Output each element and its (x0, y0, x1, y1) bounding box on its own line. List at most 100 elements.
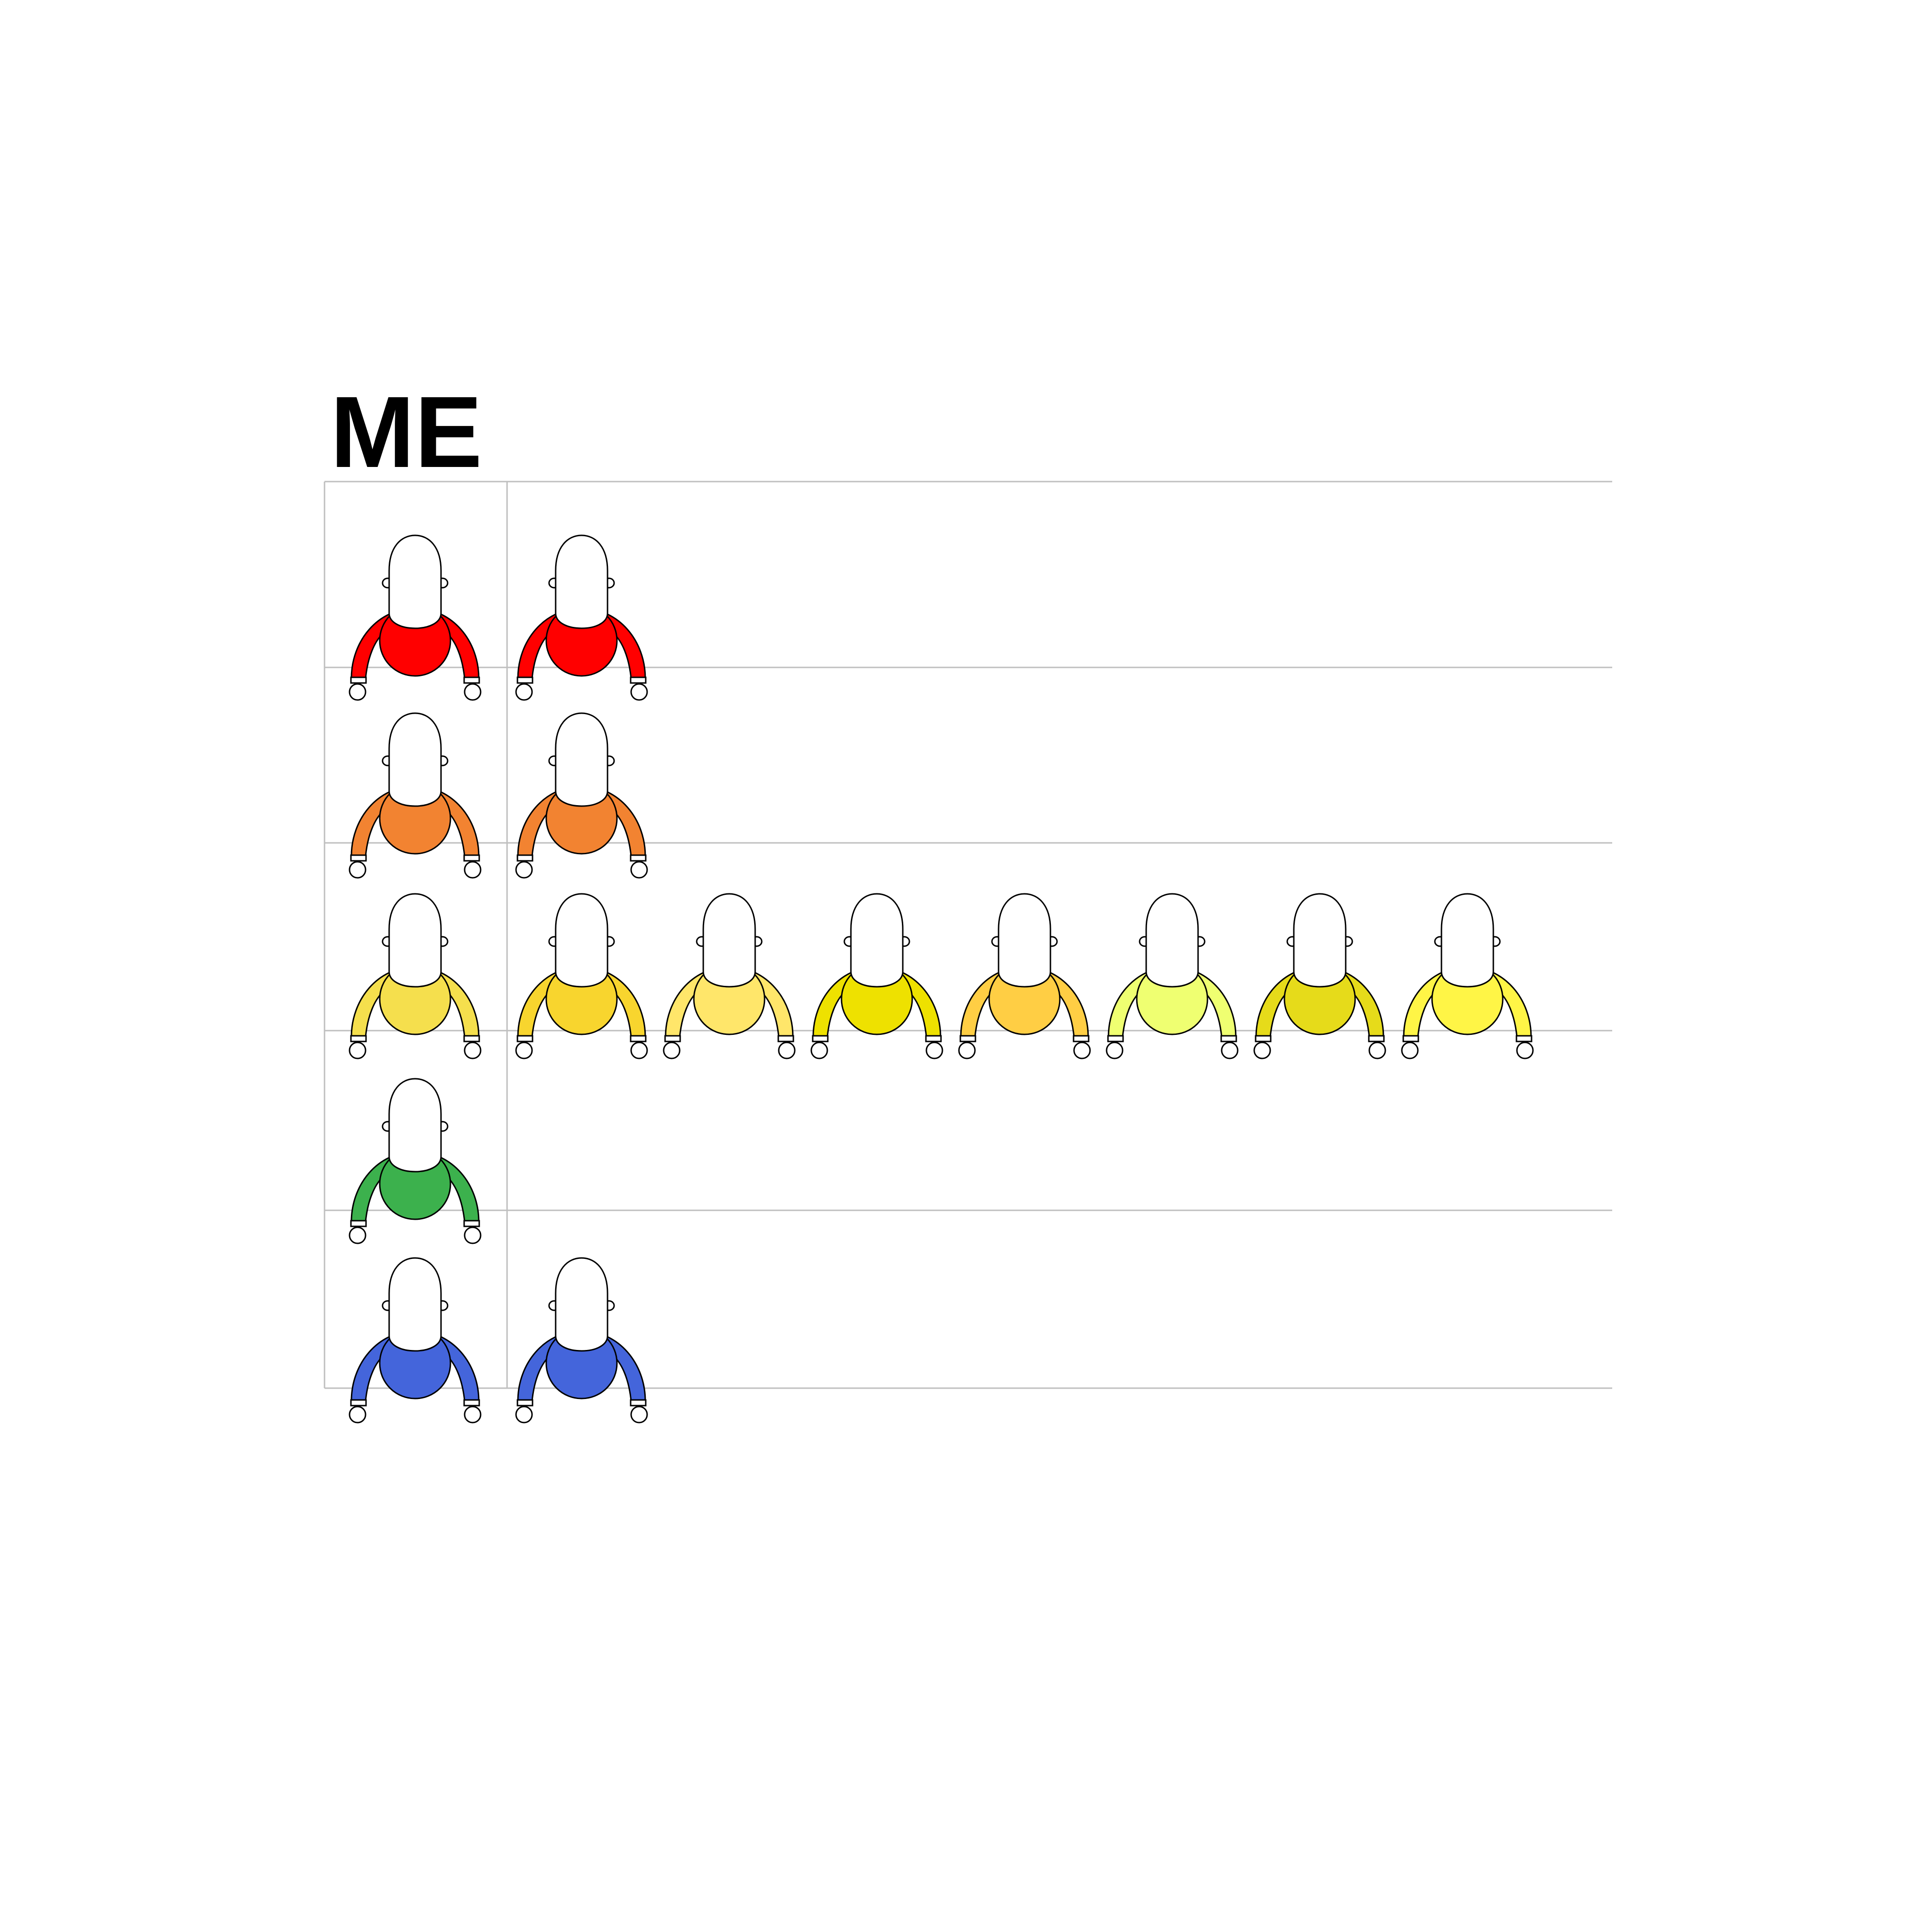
other-person-icon (1106, 893, 1239, 1059)
person-hand (1221, 1041, 1239, 1059)
me-person-icon (349, 534, 482, 701)
other-person-icon (810, 893, 943, 1059)
person-cuff (777, 1035, 794, 1042)
person-hand (464, 683, 482, 701)
diagram-title: ME (330, 375, 483, 489)
person-cuff (630, 676, 647, 684)
row-blue (349, 1257, 648, 1424)
person-cuff (1368, 1035, 1385, 1042)
person-cuff (1073, 1035, 1090, 1042)
person-cuff (664, 1035, 681, 1042)
person-hand (630, 861, 648, 879)
person-hand (958, 1041, 976, 1059)
person-hand (515, 1406, 533, 1424)
person-cuff (1255, 1035, 1272, 1042)
person-hand (630, 683, 648, 701)
person-head (388, 1257, 442, 1352)
other-person-icon (663, 893, 796, 1059)
person-hand (349, 1406, 366, 1424)
person-hand (1253, 1041, 1271, 1059)
me-person-icon (349, 1078, 482, 1244)
person-cuff (516, 676, 533, 684)
me-person-icon (349, 1257, 482, 1424)
row-green (349, 1078, 482, 1244)
person-hand (349, 1041, 366, 1059)
person-cuff (630, 854, 647, 862)
person-head (702, 893, 756, 988)
other-person-icon (515, 534, 648, 701)
person-head (555, 712, 608, 807)
me-person-icon (349, 712, 482, 879)
person-cuff (812, 1035, 829, 1042)
person-head (388, 712, 442, 807)
people-layer (349, 534, 1534, 1424)
person-hand (464, 1226, 482, 1244)
grid-lines (324, 481, 1612, 1389)
person-cuff (1107, 1035, 1124, 1042)
person-hand (464, 1041, 482, 1059)
person-head (1293, 893, 1347, 988)
person-hand (1106, 1041, 1124, 1059)
person-head (388, 893, 442, 988)
person-cuff (463, 1220, 480, 1227)
person-hand (925, 1041, 943, 1059)
row-yellow (349, 893, 1534, 1059)
person-head (555, 893, 608, 988)
person-head (998, 893, 1051, 988)
row-red (349, 534, 648, 701)
person-cuff (463, 1399, 480, 1407)
person-head (555, 534, 608, 629)
person-cuff (1220, 1035, 1237, 1042)
other-person-icon (515, 1257, 648, 1424)
row-orange (349, 712, 648, 879)
me-diagram: ME (324, 375, 1612, 1424)
person-hand (1516, 1041, 1534, 1059)
person-hand (778, 1041, 796, 1059)
person-cuff (350, 1035, 367, 1042)
person-head (388, 534, 442, 629)
person-cuff (630, 1035, 647, 1042)
person-hand (810, 1041, 828, 1059)
other-person-icon (1253, 893, 1386, 1059)
other-person-icon (515, 893, 648, 1059)
person-cuff (630, 1399, 647, 1407)
person-cuff (516, 1035, 533, 1042)
person-head (1441, 893, 1494, 988)
diagram-stage: ME (0, 0, 1932, 1932)
person-cuff (516, 1399, 533, 1407)
person-hand (515, 683, 533, 701)
person-hand (630, 1406, 648, 1424)
person-hand (349, 861, 366, 879)
person-cuff (350, 854, 367, 862)
person-hand (515, 1041, 533, 1059)
person-hand (464, 1406, 482, 1424)
person-cuff (350, 1220, 367, 1227)
person-head (850, 893, 904, 988)
person-cuff (463, 1035, 480, 1042)
person-cuff (463, 676, 480, 684)
person-head (555, 1257, 608, 1352)
person-cuff (350, 676, 367, 684)
person-hand (1073, 1041, 1091, 1059)
person-hand (1401, 1041, 1419, 1059)
person-cuff (925, 1035, 942, 1042)
other-person-icon (958, 893, 1091, 1059)
other-person-icon (1401, 893, 1534, 1059)
person-hand (1368, 1041, 1386, 1059)
person-cuff (350, 1399, 367, 1407)
person-cuff (1516, 1035, 1532, 1042)
person-hand (630, 1041, 648, 1059)
person-hand (464, 861, 482, 879)
person-hand (663, 1041, 681, 1059)
person-cuff (1402, 1035, 1419, 1042)
person-cuff (463, 854, 480, 862)
person-head (1145, 893, 1199, 988)
me-person-icon (349, 893, 482, 1059)
person-hand (349, 1226, 366, 1244)
other-person-icon (515, 712, 648, 879)
person-head (388, 1078, 442, 1173)
person-hand (349, 683, 366, 701)
person-hand (515, 861, 533, 879)
person-cuff (959, 1035, 976, 1042)
person-cuff (516, 854, 533, 862)
